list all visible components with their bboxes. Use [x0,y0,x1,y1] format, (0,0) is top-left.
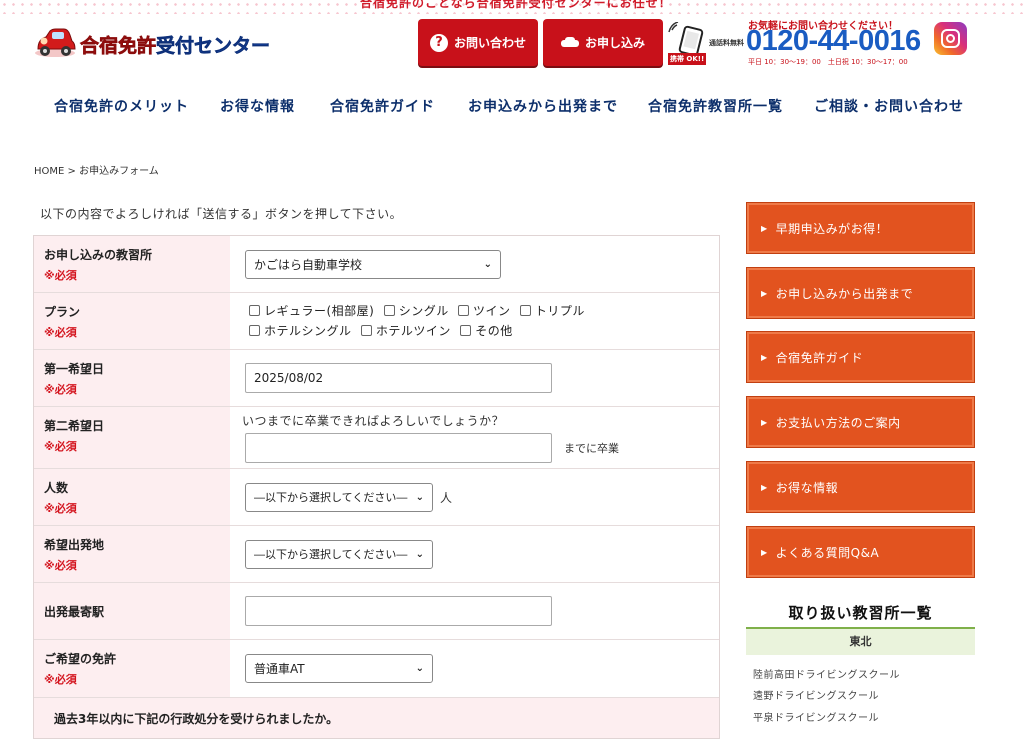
plan-option-twin[interactable]: ツイン [458,304,511,318]
form-row-plan: プラン ※必須 レギュラー(相部屋) シングル ツイン トリプル ホテルシングル … [34,293,719,350]
school-list-title: 取り扱い教習所一覧 [788,604,933,622]
field-label: プラン ※必須 [34,293,230,349]
contact-button[interactable]: ? お問い合わせ [418,19,538,66]
graduation-suffix: までに卒業 [564,442,619,455]
contact-button-label: お問い合わせ [453,36,526,50]
plan-option-regular[interactable]: レギュラー(相部屋) [249,304,374,318]
school-link[interactable]: 陸前高田ドライビングスクール [753,666,900,681]
triangle-right-icon: ▶ [761,417,768,427]
second-date-input[interactable] [245,433,552,463]
logo-text: 合宿免許受付センター [80,34,271,57]
form-row-people: 人数 ※必須 ―以下から選択してください― ⌄ 人 [34,469,719,526]
plan-option-hotel-single[interactable]: ホテルシングル [249,324,352,338]
question-icon: ? [429,33,448,52]
intro-text: 以下の内容でよろしければ「送信する」ボタンを押して下さい。 [40,207,403,221]
top-banner-text: 合宿免許のことなら合宿免許受付センターにお任せ！ [360,0,672,10]
triangle-right-icon: ▶ [761,223,768,233]
field-label: ご希望の免許 ※必須 [34,640,230,697]
car-logo-icon [35,28,76,57]
departure-select[interactable]: ―以下から選択してください― ⌄ [245,539,433,569]
nav-item-schools[interactable]: 合宿免許教習所一覧 [648,96,783,116]
region-header: 東北 [746,627,975,655]
top-banner: 合宿免許のことなら合宿免許受付センターにお任せ！ [0,0,1024,14]
field-label: 人数 ※必須 [34,469,230,525]
form-row-school: お申し込みの教習所 ※必須 かごはら自動車学校 ⌄ [34,236,719,293]
phone-contact[interactable]: 携帯 OK!! 通話料無料 お気軽にお問い合わせください！ 0120-44-00… [668,16,948,70]
field-label: 第一希望日 ※必須 [34,350,230,406]
sidebar-button-payment[interactable]: ▶ お支払い方法のご案内 [746,396,975,448]
license-select[interactable]: 普通車AT ⌄ [245,654,433,683]
sidebar-button-deals[interactable]: ▶ お得な情報 [746,461,975,513]
people-suffix: 人 [440,490,453,505]
apply-button-label: お申し込み [584,36,645,50]
nav-item-guide[interactable]: 合宿免許ガイド [330,96,435,116]
sidebar-button-guide[interactable]: ▶ 合宿免許ガイド [746,331,975,383]
school-link[interactable]: 遠野ドライビングスクール [753,687,879,702]
sidebar-button-faq[interactable]: ▶ よくある質問Q&A [746,526,975,578]
triangle-right-icon: ▶ [761,288,768,298]
triangle-right-icon: ▶ [761,482,768,492]
site-logo[interactable]: 合宿免許受付センター [34,24,270,64]
sidebar-button-early[interactable]: ▶ 早期申込みがお得！ [746,202,975,254]
field-label: 第二希望日 ※必須 [34,407,230,468]
toll-free-label: 通話料無料 [709,39,744,47]
breadcrumb: HOME > お申込みフォーム [34,166,159,177]
chevron-down-icon: ⌄ [415,548,424,560]
school-select[interactable]: かごはら自動車学校 ⌄ [245,249,501,279]
chevron-down-icon: ⌄ [415,663,424,674]
phone-number[interactable]: 0120-44-0016 [746,25,921,58]
form-row-license: ご希望の免許 ※必須 普通車AT ⌄ [34,640,719,698]
nav-item-contact[interactable]: ご相談・お問い合わせ [814,96,964,116]
apply-button[interactable]: お申し込み [543,19,663,66]
station-input[interactable] [245,596,552,626]
form-row-station: 出発最寄駅 [34,583,719,640]
form-row-date1: 第一希望日 ※必須 2025/08/02 [34,350,719,407]
people-select[interactable]: ―以下から選択してください― ⌄ [245,482,433,512]
main-nav: 合宿免許のメリット お得な情報 合宿免許ガイド お申込みから出発まで 合宿免許教… [0,96,1024,118]
field-label: お申し込みの教習所 ※必須 [34,236,230,292]
nav-item-flow[interactable]: お申込みから出発まで [468,96,618,116]
field-label: 希望出発地 ※必須 [34,526,230,582]
graduation-question: いつまでに卒業できればよろしいでしょうか？ [242,414,505,428]
phone-hours: 平日 10：30〜19：00 土日祝 10：30〜17：00 [748,58,908,66]
sidebar-button-flow[interactable]: ▶ お申し込みから出発まで [746,267,975,319]
application-form: お申し込みの教習所 ※必須 かごはら自動車学校 ⌄ プラン ※必須 レギュラー(相部屋… [33,235,720,739]
triangle-right-icon: ▶ [761,352,768,362]
plan-checkbox-group: レギュラー(相部屋) シングル ツイン トリプル ホテルシングル ホテルツイン … [249,301,590,341]
field-label: 出発最寄駅 [34,583,230,639]
plan-option-single[interactable]: シングル [383,304,449,318]
form-row-departure: 希望出発地 ※必須 ―以下から選択してください― ⌄ [34,526,719,583]
plan-option-hotel-twin[interactable]: ホテルツイン [360,324,451,338]
chevron-down-icon: ⌄ [483,258,492,270]
nav-item-deals[interactable]: お得な情報 [220,96,295,116]
chevron-down-icon: ⌄ [415,491,424,503]
first-date-input[interactable]: 2025/08/02 [245,363,552,393]
plan-option-other[interactable]: その他 [460,324,513,338]
school-link[interactable]: 平泉ドライビングスクール [753,709,879,724]
plan-option-triple[interactable]: トリプル [519,304,585,318]
instagram-icon[interactable] [934,22,967,55]
form-row-date2: 第二希望日 ※必須 いつまでに卒業できればよろしいでしょうか？ までに卒業 [34,407,719,469]
triangle-right-icon: ▶ [761,547,768,557]
penalty-question: 過去3年以内に下記の行政処分を受けられましたか。 [34,698,719,738]
car-icon [560,36,579,49]
mobile-ok-badge: 携帯 OK!! [668,53,707,65]
nav-item-merit[interactable]: 合宿免許のメリット [54,96,189,116]
